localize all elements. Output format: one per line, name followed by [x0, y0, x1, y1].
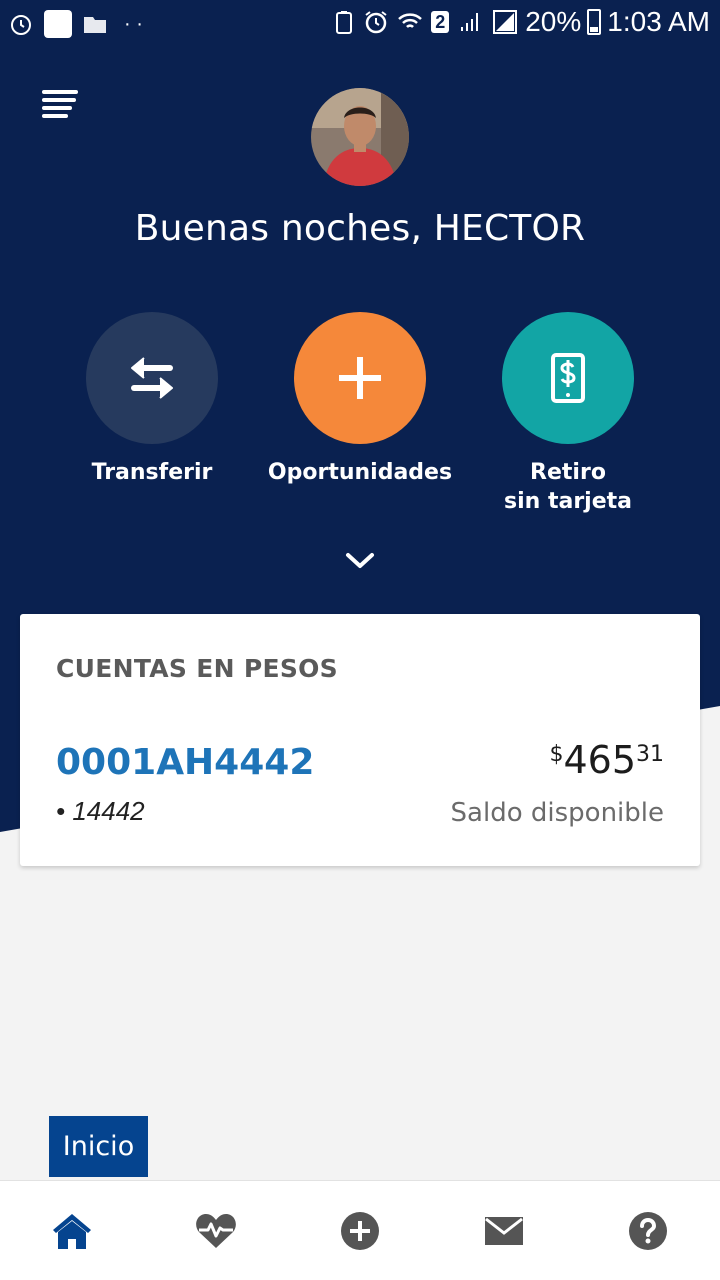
transfer-circle[interactable]: [86, 312, 218, 444]
folder-icon: [84, 17, 106, 33]
greeting: Buenas noches, HECTOR: [134, 208, 586, 249]
opportunities-label-line1: Oportunidades: [267, 460, 453, 485]
chevron-down-icon: [346, 553, 374, 568]
transfer-label: Transferir: [52, 458, 252, 487]
opportunities-button[interactable]: Oportunidades: [260, 312, 460, 487]
battery-icon: [587, 9, 602, 35]
nav-messages[interactable]: [482, 1209, 526, 1253]
profile-photo-icon: [311, 88, 409, 186]
cardless-label-line2: sin tarjeta: [504, 489, 632, 514]
heartbeat-icon: [196, 1214, 236, 1248]
account-id[interactable]: 0001AH4442: [56, 742, 314, 783]
nav-home[interactable]: [50, 1209, 94, 1253]
help-icon: [629, 1212, 667, 1250]
clock: 1:03 AM: [607, 6, 710, 37]
nav-help[interactable]: [626, 1209, 670, 1253]
transfer-button[interactable]: Transferir: [52, 312, 252, 487]
avatar[interactable]: [311, 88, 409, 186]
cardless-withdrawal-label: Retiro sin tarjeta: [468, 458, 668, 516]
expand-actions-button[interactable]: [340, 546, 380, 576]
nav-health[interactable]: [194, 1209, 238, 1253]
phone-dollar-icon: [551, 353, 585, 403]
balance-label: Saldo disponible: [450, 798, 664, 828]
alarm-icon: [11, 15, 31, 35]
transfer-arrows-icon: [131, 357, 173, 399]
balance-integer: 465: [563, 738, 636, 782]
alarm-clock-icon: [365, 11, 387, 34]
account-row[interactable]: 0001AH4442 • 14442 $46531 Saldo disponib…: [20, 738, 700, 838]
sim-signal-icon: [493, 10, 518, 34]
nav-add[interactable]: [338, 1209, 382, 1253]
accounts-title: CUENTAS EN PESOS: [56, 654, 338, 683]
cardless-withdrawal-circle[interactable]: [502, 312, 634, 444]
battery-percent: 20%: [525, 6, 582, 37]
menu-icon[interactable]: [42, 88, 80, 120]
plus-icon: [339, 357, 381, 399]
accounts-card: CUENTAS EN PESOS 0001AH4442 • 14442 $465…: [20, 614, 700, 866]
app-notification-icon: [44, 10, 72, 38]
mail-icon: [485, 1217, 523, 1245]
wifi-icon: [398, 13, 423, 28]
battery-saver-icon: [336, 11, 353, 34]
account-balance: $46531: [549, 738, 664, 782]
cardless-label-line1: Retiro: [530, 460, 606, 485]
currency-symbol: $: [549, 742, 564, 767]
balance-decimals: 31: [636, 742, 664, 767]
opportunities-label: Oportunidades: [260, 458, 460, 487]
more-notifications-icon: · ·: [124, 12, 143, 35]
home-icon: [53, 1214, 91, 1249]
home-tooltip: Inicio: [49, 1116, 148, 1177]
add-circle-icon: [341, 1212, 379, 1250]
network-badge: 2: [431, 11, 450, 33]
transfer-label-line1: Transferir: [91, 460, 213, 485]
signal-icon: [461, 13, 479, 31]
bottom-nav: [0, 1180, 720, 1280]
opportunities-circle[interactable]: [294, 312, 426, 444]
status-bar: · · 2 20% 1:03 AM: [0, 0, 720, 48]
account-number: • 14442: [56, 796, 145, 826]
cardless-withdrawal-button[interactable]: Retiro sin tarjeta: [468, 312, 668, 516]
